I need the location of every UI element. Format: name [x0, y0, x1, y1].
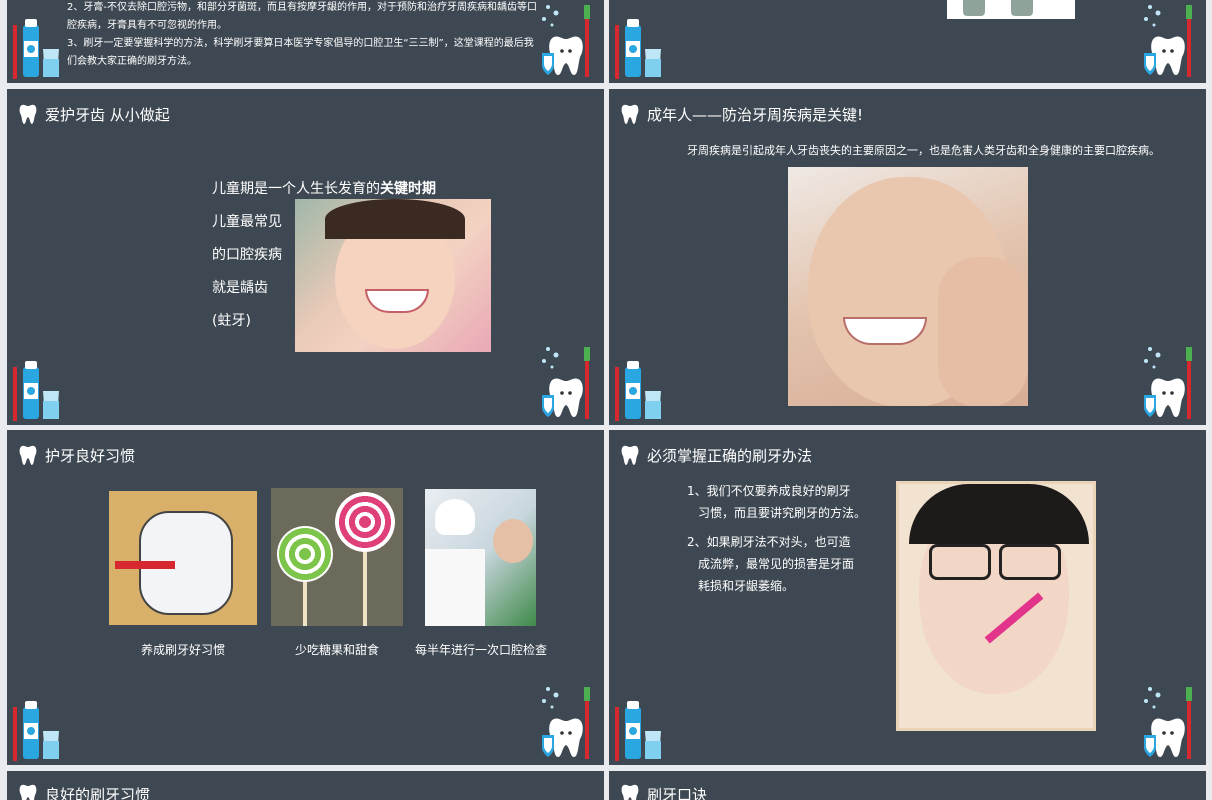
tooth-toothbrush-icon [1140, 343, 1200, 419]
tooth-icon [19, 444, 37, 466]
slide-1: 2、牙膏-不仅去除口腔污物，和部分牙菌斑，而且有按摩牙龈的作用，对于预防和治疗牙… [7, 0, 604, 83]
slide-title: 良好的刷牙习惯 [19, 783, 150, 800]
slide-title: 刷牙口诀 [621, 783, 707, 800]
caption-less-sweets: 少吃糖果和甜食 [294, 643, 379, 657]
slide-title-text: 爱护牙齿 从小做起 [45, 105, 170, 124]
tooth-icon [621, 783, 639, 800]
toothpaste-cup-icon [615, 697, 667, 761]
slide-7: 良好的刷牙习惯 [7, 771, 604, 800]
tooth-toothbrush-icon [1140, 683, 1200, 759]
text-line-5: (蛀牙) [212, 313, 251, 329]
text-line-1: 儿童期是一个人生长发育的关键时期 [212, 178, 436, 198]
point-2-line-c: 耗损和牙龈萎缩。 [698, 579, 795, 593]
point-2-line-a: 2、如果刷牙法不对头，也可造 [687, 535, 851, 549]
slide-title: 成年人——防治牙周疾病是关键! [621, 103, 863, 125]
caption-brushing: 养成刷牙好习惯 [140, 643, 225, 657]
caption-checkup: 每半年进行一次口腔检查 [414, 643, 547, 657]
smiling-child-photo [295, 199, 491, 352]
toothpaste-cup-icon [615, 357, 667, 421]
slide-title: 必须掌握正确的刷牙办法 [621, 444, 812, 466]
tooth-toothbrush-icon [1140, 1, 1200, 77]
slide-1-text-3b: 们会教大家正确的刷牙方法。 [67, 56, 197, 67]
tooth-icon [621, 103, 639, 125]
dental-checkup-photo [425, 489, 536, 626]
text-line-1-bold: 关键时期 [380, 181, 436, 197]
text-line-3: 的口腔疾病 [212, 247, 282, 263]
slide-title: 护牙良好习惯 [19, 444, 135, 466]
slide-5: 护牙良好习惯 养成刷牙好习惯 少吃糖果和甜食 每半年进行一次口腔检查 [7, 430, 604, 765]
woman-brushing-photo [896, 481, 1096, 731]
cartoon-tooth-brushing-image [109, 491, 257, 625]
woman-toothache-photo [788, 167, 1028, 406]
lollipops-image [271, 488, 403, 626]
slide-3: 爱护牙齿 从小做起 儿童期是一个人生长发育的关键时期 儿童最常见 的口腔疾病 就… [7, 89, 604, 425]
slide-4: 成年人——防治牙周疾病是关键! 牙周疾病是引起成年人牙齿丧失的主要原因之一，也是… [609, 89, 1206, 425]
cartoon-image [947, 0, 1075, 19]
slide-8: 刷牙口诀 [609, 771, 1206, 800]
slide-title-text: 必须掌握正确的刷牙办法 [647, 446, 813, 465]
point-1-line-a: 1、我们不仅要养成良好的刷牙 [687, 484, 851, 498]
slide-title: 爱护牙齿 从小做起 [19, 103, 170, 125]
toothpaste-cup-icon [13, 15, 65, 79]
tooth-icon [621, 444, 639, 466]
text-line-4: 就是龋齿 [212, 280, 268, 296]
tooth-toothbrush-icon [538, 683, 598, 759]
slide-1-text-3: 3、刷牙一定要掌握科学的方法，科学刷牙要算日本医学专家倡导的口腔卫生“三三制”，… [67, 38, 534, 49]
point-2-line-b: 成流弊，最常见的损害是牙面 [698, 557, 855, 571]
slide-title-text: 护牙良好习惯 [45, 446, 136, 465]
tooth-icon [19, 103, 37, 125]
slide-title-text: 成年人——防治牙周疾病是关键! [647, 105, 864, 124]
slide-title-text: 刷牙口诀 [647, 785, 708, 800]
tooth-toothbrush-icon [538, 1, 598, 77]
slide-2 [609, 0, 1206, 83]
slide-title-text: 良好的刷牙习惯 [45, 785, 151, 800]
toothpaste-cup-icon [615, 15, 667, 79]
text-line-2: 儿童最常见 [212, 214, 282, 230]
slide-1-text-2: 2、牙膏-不仅去除口腔污物，和部分牙菌斑，而且有按摩牙龈的作用，对于预防和治疗牙… [67, 2, 537, 13]
body-text: 牙周疾病是引起成年人牙齿丧失的主要原因之一，也是危害人类牙齿和全身健康的主要口腔… [687, 144, 1160, 157]
toothpaste-cup-icon [13, 697, 65, 761]
tooth-icon [19, 783, 37, 800]
tooth-toothbrush-icon [538, 343, 598, 419]
slide-1-text-2b: 腔疾病，牙膏具有不可忽视的作用。 [67, 20, 227, 31]
text-line-1-normal: 儿童期是一个人生长发育的 [212, 181, 380, 197]
slide-6: 必须掌握正确的刷牙办法 1、我们不仅要养成良好的刷牙 习惯，而且要讲究刷牙的方法… [609, 430, 1206, 765]
point-1-line-b: 习惯，而且要讲究刷牙的方法。 [698, 506, 867, 520]
toothpaste-cup-icon [13, 357, 65, 421]
